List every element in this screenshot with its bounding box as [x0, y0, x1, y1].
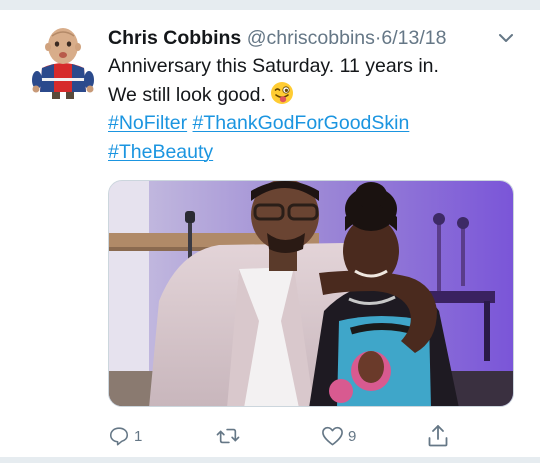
tweet-text-line: We still look good. [108, 81, 518, 110]
retweet-icon [216, 428, 240, 444]
like-count: 9 [348, 427, 357, 445]
tweet-timestamp[interactable]: 6/13/18 [381, 27, 446, 49]
hashtag-line: #NoFilter #ThankGodForGoodSkin [108, 109, 518, 138]
chevron-down-icon[interactable] [496, 28, 516, 48]
bottom-divider-band [0, 457, 540, 463]
tweet-card[interactable]: Chris Cobbins @chriscobbins·6/13/18 Anni… [0, 10, 540, 457]
tweet-text-line: Anniversary this Saturday. 11 years in. [108, 52, 518, 81]
hashtag-line: #TheBeauty [108, 138, 518, 167]
tweet-actions: 1 9 [108, 422, 518, 450]
tweet-header: Chris Cobbins @chriscobbins·6/13/18 [108, 25, 503, 51]
tweet-photo[interactable] [108, 180, 514, 407]
reply-button[interactable]: 1 [108, 422, 142, 450]
avatar[interactable] [30, 24, 96, 102]
reply-count: 1 [134, 427, 143, 445]
winking-face-with-tongue-icon [270, 81, 293, 104]
hashtag-thebeauty[interactable]: #TheBeauty [108, 141, 213, 163]
share-button[interactable] [427, 422, 449, 450]
reply-icon [109, 427, 129, 446]
author-handle[interactable]: @chriscobbins [247, 27, 375, 49]
photo-image [109, 181, 513, 406]
author-display-name[interactable]: Chris Cobbins [108, 27, 241, 49]
like-button[interactable]: 9 [321, 422, 356, 450]
tweet-text-line-2: We still look good. [108, 83, 266, 106]
tweet-text: Anniversary this Saturday. 11 years in. … [108, 52, 518, 166]
hashtag-nofilter[interactable]: #NoFilter [108, 112, 187, 134]
top-divider-band [0, 0, 540, 10]
heart-icon [322, 426, 343, 446]
share-icon [428, 425, 448, 447]
retweet-button[interactable] [216, 422, 244, 450]
hashtag-thankgodforgoodskin[interactable]: #ThankGodForGoodSkin [193, 112, 410, 134]
tweet-text-line-1: Anniversary this Saturday. 11 years in. [108, 55, 439, 77]
